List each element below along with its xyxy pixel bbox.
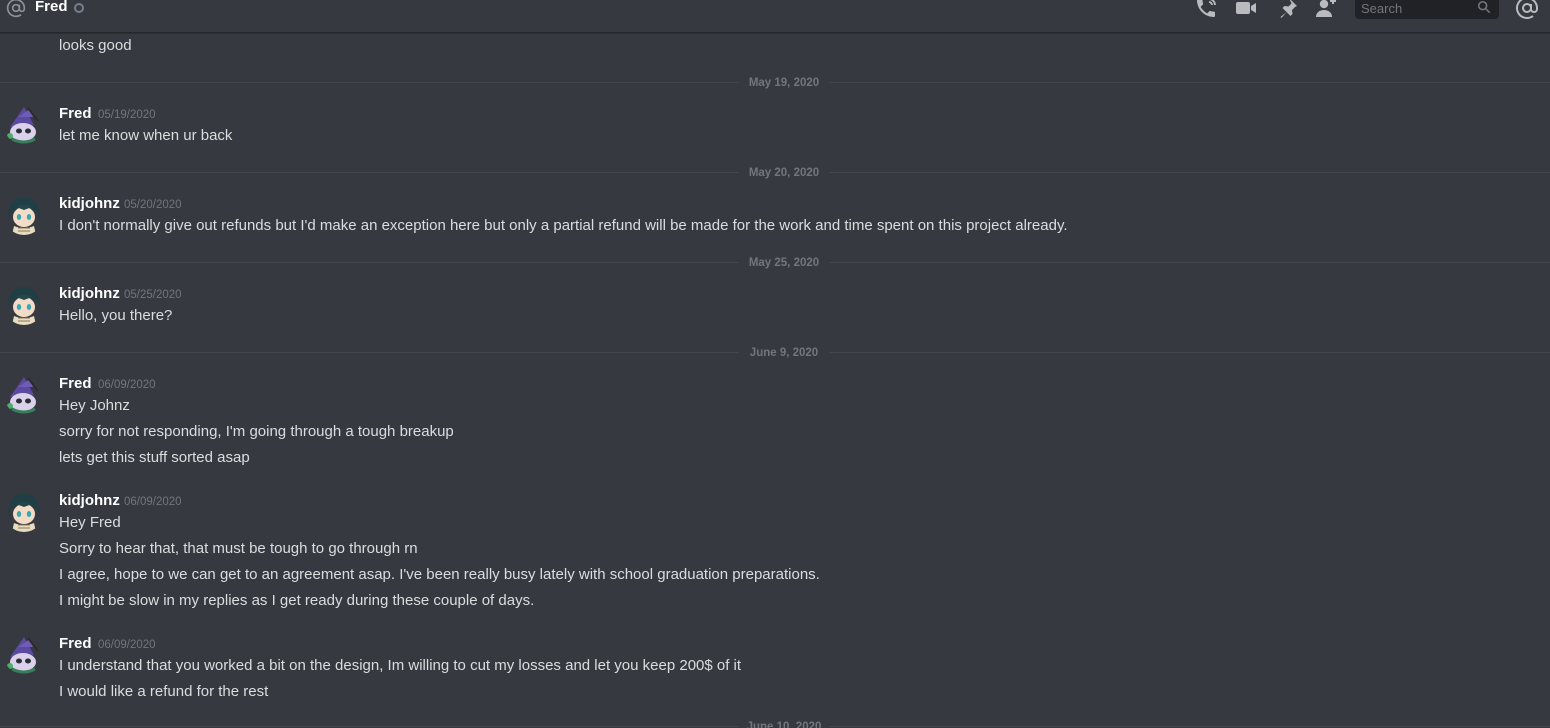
search-input[interactable] [1361,0,1471,18]
message-timestamp: 05/25/2020 [124,289,182,301]
author-name[interactable]: kidjohnz [59,194,120,214]
message-content: Hey Fred [59,514,121,531]
date-divider-label: May 25, 2020 [739,256,829,270]
message-content: I might be slow in my replies as I get r… [59,592,535,609]
message-timestamp: 06/09/2020 [98,379,156,391]
add-friend-icon[interactable] [1314,0,1338,20]
author-name[interactable]: kidjohnz [59,284,120,304]
message-content: let me know when ur back [59,127,233,144]
avatar[interactable] [4,375,44,415]
video-call-icon[interactable] [1234,0,1258,20]
status-icon [74,3,84,13]
dm-chat-window: Fred Search looks good May 19, 2020 Fred… [0,0,1550,728]
mention-icon[interactable] [1515,0,1539,20]
message-content: I understand that you worked a bit on th… [59,657,742,674]
phone-call-icon[interactable] [1194,0,1218,20]
message-content: I agree, hope to we can get to an agreem… [59,566,820,583]
message-content: Sorry to hear that, that must be tough t… [59,540,418,557]
message-timestamp: 05/19/2020 [98,109,156,121]
message-timestamp: 05/20/2020 [124,199,182,211]
avatar[interactable] [4,492,44,532]
date-divider-label: May 19, 2020 [739,76,829,90]
message-content: lets get this stuff sorted asap [59,449,250,466]
message-content: I would like a refund for the rest [59,683,269,700]
avatar[interactable] [4,285,44,325]
author-name[interactable]: Fred [59,374,92,394]
author-name[interactable]: Fred [59,634,92,654]
author-name[interactable]: Fred [59,104,92,124]
channel-name: Fred [35,0,68,15]
message-content: Hey Johnz [59,397,130,414]
channel-header: Fred [0,0,1550,33]
at-icon [6,0,26,18]
date-divider-label: June 9, 2020 [739,346,829,360]
search-icon [1477,0,1491,14]
message-content: Hello, you there? [59,307,173,324]
search-bar[interactable] [1355,0,1499,19]
message-content: sorry for not responding, I'm going thro… [59,423,454,440]
avatar[interactable] [4,635,44,675]
author-name[interactable]: kidjohnz [59,491,120,511]
avatar[interactable] [4,195,44,235]
date-divider-label: May 20, 2020 [739,166,829,180]
message-timestamp: 06/09/2020 [124,496,182,508]
message-list[interactable]: looks good May 19, 2020 Fred 05/19/2020 … [0,33,1550,728]
message-timestamp: 06/09/2020 [98,639,156,651]
avatar[interactable] [4,105,44,145]
pin-icon[interactable] [1275,0,1299,20]
message-content: looks good [59,37,132,54]
date-divider-label: June 10, 2020 [739,720,829,728]
message-content: I don't normally give out refunds but I'… [59,217,1068,234]
